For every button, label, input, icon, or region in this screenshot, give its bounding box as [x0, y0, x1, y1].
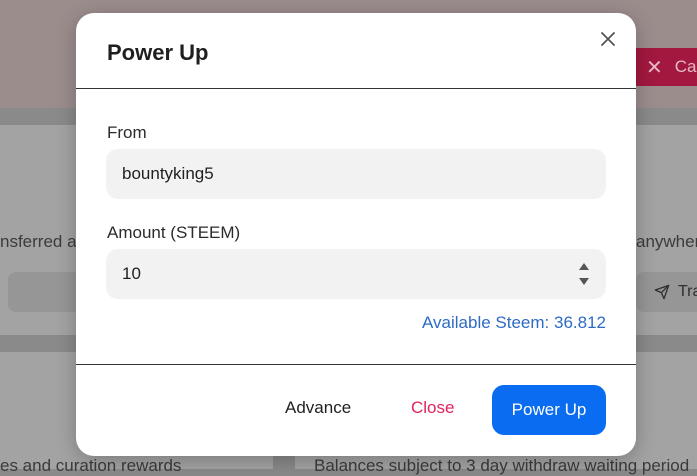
from-value: bountyking5	[122, 164, 214, 183]
dialog-title: Power Up	[107, 40, 209, 65]
stepper-down-icon[interactable]	[579, 278, 589, 285]
amount-stepper[interactable]	[578, 263, 590, 285]
stepper-up-icon[interactable]	[579, 263, 589, 270]
background-transfer-label: Tra	[678, 283, 697, 300]
amount-input[interactable]: 10	[106, 249, 606, 299]
background-transfer-button: Tra	[636, 272, 697, 312]
background-bottom-left-text: es and curation rewards	[0, 456, 182, 475]
power-up-dialog: Power Up From bountyking5 Amount (STEEM)…	[76, 13, 636, 456]
from-label: From	[107, 123, 147, 142]
available-balance: Available Steem: 36.812	[422, 313, 606, 332]
close-icon: ✕	[646, 56, 663, 79]
header-divider	[76, 88, 636, 89]
background-cancel-label: Car	[674, 57, 697, 76]
send-icon	[654, 284, 670, 300]
background-text-right: anywhere	[636, 232, 697, 251]
close-button[interactable]: Close	[411, 398, 454, 418]
amount-label: Amount (STEEM)	[107, 223, 241, 242]
background-bottom-right-text: Balances subject to 3 day withdraw waiti…	[314, 456, 690, 475]
background-text-left: nsferred a	[0, 232, 77, 251]
from-field[interactable]: bountyking5	[106, 149, 606, 199]
close-icon-glyph	[601, 32, 615, 46]
power-up-button[interactable]: Power Up	[492, 385, 606, 435]
footer-divider	[76, 364, 636, 365]
close-icon[interactable]	[598, 29, 618, 49]
advance-button[interactable]: Advance	[285, 398, 351, 418]
amount-value: 10	[122, 264, 141, 283]
background-cancel-button: ✕ Car	[628, 48, 697, 86]
